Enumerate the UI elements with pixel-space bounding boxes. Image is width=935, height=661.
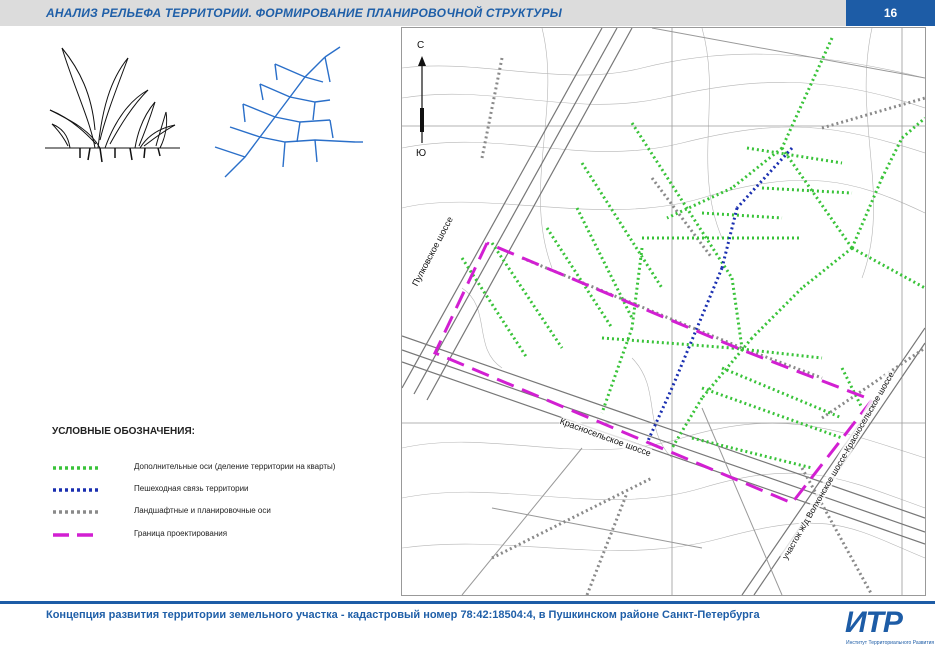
legend-label: Граница проектирования: [134, 529, 228, 538]
green-dotted-line-icon: [53, 466, 99, 470]
map-drawing: [402, 28, 925, 595]
grey-dotted-line-icon: [53, 510, 99, 514]
page-number: 16: [846, 0, 935, 26]
legend-item-green-axes: Дополнительные оси (деление территории н…: [52, 461, 382, 475]
site-plan-map: С Ю Пулковское шоссе Красносельское шосс…: [401, 27, 926, 596]
institute-logo: ИТР Институт Территориального Развития: [842, 606, 935, 648]
page-title: АНАЛИЗ РЕЛЬЕФА ТЕРРИТОРИИ. ФОРМИРОВАНИЕ …: [46, 6, 562, 20]
logo-mark: ИТР: [845, 606, 903, 639]
legend-title: УСЛОВНЫЕ ОБОЗНАЧЕНИЯ:: [52, 426, 195, 437]
north-arrow-icon: [418, 56, 426, 143]
legend-item-pedestrian: Пешеходная связь территории: [52, 483, 382, 497]
page-header: АНАЛИЗ РЕЛЬЕФА ТЕРРИТОРИИ. ФОРМИРОВАНИЕ …: [0, 0, 935, 26]
legend-label: Пешеходная связь территории: [134, 484, 249, 493]
footer-caption: Концепция развития территории земельного…: [46, 609, 760, 621]
compass-north-label: С: [417, 40, 425, 51]
magenta-dashed-line-icon: [53, 533, 99, 537]
plant-sketch-illustration: [45, 47, 180, 163]
legend-item-landscape-axes: Ландшафтные и планировочные оси: [52, 505, 382, 519]
legend-item-boundary: Граница проектирования: [52, 528, 382, 542]
logo-subtitle: Институт Территориального Развития: [846, 640, 935, 646]
compass-south-label: Ю: [416, 148, 427, 159]
footer-divider: [0, 601, 935, 604]
legend-label: Дополнительные оси (деление территории н…: [134, 462, 336, 471]
blue-dotted-line-icon: [53, 488, 99, 492]
drainage-network-illustration: [214, 46, 363, 178]
legend-label: Ландшафтные и планировочные оси: [134, 506, 271, 515]
